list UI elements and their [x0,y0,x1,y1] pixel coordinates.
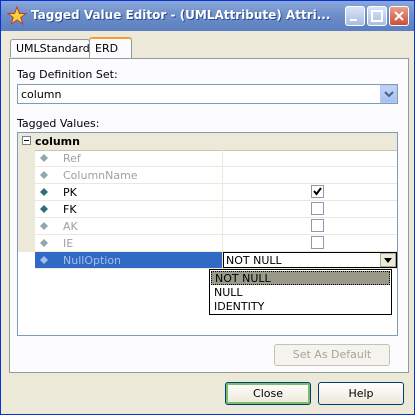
title-bar[interactable]: Tagged Value Editor - (UMLAttribute) Att… [1,1,414,31]
chevron-down-icon[interactable] [380,253,396,267]
row-value-cell [223,235,397,251]
nulloption-value: NOT NULL [226,254,282,267]
collapse-icon[interactable] [22,136,31,145]
row-value-cell [223,201,397,217]
row-label: NullOption [63,254,122,267]
tab-erd[interactable]: ERD [89,37,132,59]
set-as-default-button[interactable]: Set As Default [274,344,390,366]
maximize-button[interactable] [367,6,387,26]
dropdown-option[interactable]: NOT NULL [211,271,390,285]
ak-checkbox[interactable] [311,219,324,232]
row-label: FK [63,203,77,216]
group-header[interactable]: column [18,133,397,151]
row-name-cell: ColumnName [35,167,223,183]
row-label: ColumnName [63,169,138,182]
row-name-cell: IE [35,235,223,251]
diamond-icon [40,256,48,264]
dropdown-option[interactable]: NULL [211,286,390,300]
tab-umlstandard[interactable]: UMLStandard [10,39,90,57]
row-name-cell: NullOption [35,252,223,268]
app-star-icon [6,5,28,26]
row-value-cell [223,218,397,234]
tagged-values-label: Tagged Values: [17,117,100,130]
table-row-selected[interactable]: NullOption NOT NULL [35,252,397,269]
row-value-cell[interactable] [223,150,397,166]
row-value-cell[interactable] [223,167,397,183]
diamond-icon [40,222,48,230]
close-button[interactable]: Close [225,382,311,405]
row-label: Ref [63,152,81,165]
row-label: IE [63,237,74,250]
diamond-icon [40,239,48,247]
minimize-button[interactable] [345,6,365,26]
row-label: PK [63,186,77,199]
table-row[interactable]: FK [35,201,397,218]
dropdown-option[interactable]: IDENTITY [211,300,390,314]
ie-checkbox[interactable] [311,236,324,249]
table-row[interactable]: Ref [35,150,397,167]
fk-checkbox[interactable] [311,202,324,215]
pk-checkbox[interactable] [311,185,324,198]
table-row[interactable]: ColumnName [35,167,397,184]
nulloption-select[interactable]: NOT NULL [223,252,397,268]
tag-definition-value: column [21,88,62,101]
window-title: Tagged Value Editor - (UMLAttribute) Att… [31,8,331,22]
table-row[interactable]: IE [35,235,397,252]
diamond-icon [40,188,48,196]
table-row[interactable]: AK [35,218,397,235]
grid-gutter [18,150,35,252]
tagged-value-editor-window: Tagged Value Editor - (UMLAttribute) Att… [0,0,415,415]
row-value-cell [223,184,397,200]
diamond-icon [40,205,48,213]
row-label: AK [63,220,78,233]
diamond-icon [40,154,48,162]
row-name-cell: PK [35,184,223,200]
tag-definition-label: Tag Definition Set: [17,68,118,81]
row-name-cell: AK [35,218,223,234]
nulloption-dropdown-list: NOT NULL NULL IDENTITY [209,269,392,315]
diamond-icon [40,171,48,179]
group-title: column [35,135,80,148]
chevron-down-icon[interactable] [380,85,397,103]
tag-definition-select[interactable]: column [17,84,398,104]
close-window-button[interactable] [389,6,409,26]
row-name-cell: FK [35,201,223,217]
row-name-cell: Ref [35,150,223,166]
help-button[interactable]: Help [318,382,404,405]
table-row[interactable]: PK [35,184,397,201]
